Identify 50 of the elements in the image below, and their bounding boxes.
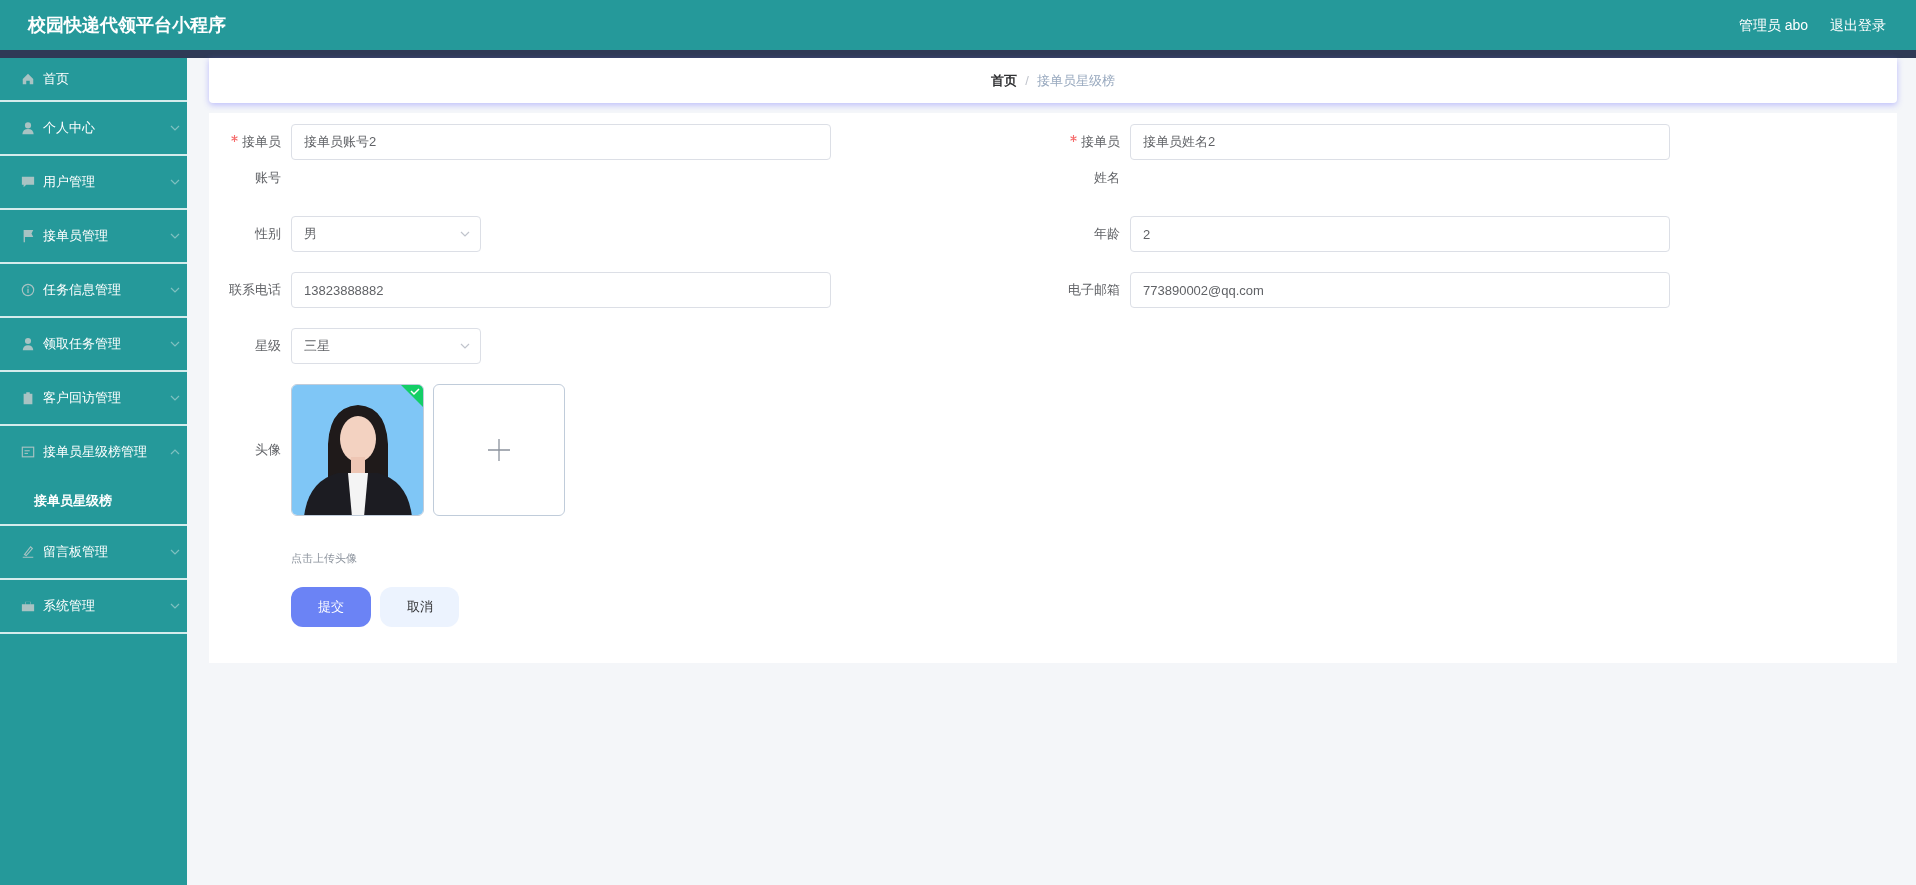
pen-icon bbox=[21, 545, 35, 559]
sidebar-item[interactable]: 任务信息管理 bbox=[0, 264, 187, 316]
breadcrumb-separator: / bbox=[1025, 71, 1029, 90]
select-field[interactable]: 男 bbox=[291, 216, 481, 252]
field-label: 年龄 bbox=[1094, 226, 1120, 241]
sidebar-item[interactable]: 首页 bbox=[0, 58, 187, 100]
app-title: 校园快递代领平台小程序 bbox=[28, 13, 226, 37]
field-label: 接单员姓名 bbox=[1081, 134, 1120, 185]
submenu-item[interactable]: 接单员星级榜 bbox=[0, 478, 187, 524]
logout-link[interactable]: 退出登录 bbox=[1830, 14, 1886, 36]
person-icon bbox=[21, 121, 35, 135]
text-field[interactable]: 接单员姓名2 bbox=[1130, 124, 1670, 160]
breadcrumb-item: 接单员星级榜 bbox=[1036, 71, 1115, 90]
chat-icon bbox=[21, 175, 35, 189]
text-field[interactable]: 2 bbox=[1130, 216, 1670, 252]
flag-icon bbox=[21, 229, 35, 243]
field-label: 联系电话 bbox=[229, 282, 281, 297]
sidebar-item[interactable]: 个人中心 bbox=[0, 102, 187, 154]
sidebar-item[interactable]: 系统管理 bbox=[0, 580, 187, 632]
sidebar-item[interactable]: 领取任务管理 bbox=[0, 318, 187, 370]
card-icon bbox=[21, 445, 35, 459]
caret-icon bbox=[460, 231, 470, 237]
info-icon bbox=[21, 283, 35, 297]
field-label: 星级 bbox=[255, 338, 281, 353]
field-label: 电子邮箱 bbox=[1068, 282, 1120, 297]
briefcase-icon bbox=[21, 599, 35, 613]
sidebar-item[interactable]: 用户管理 bbox=[0, 156, 187, 208]
clipboard-icon bbox=[21, 391, 35, 405]
select-field[interactable]: 三星 bbox=[291, 328, 481, 364]
plus-icon bbox=[488, 439, 510, 461]
sidebar-item[interactable]: 接单员管理 bbox=[0, 210, 187, 262]
person-icon bbox=[21, 337, 35, 351]
text-field[interactable]: 接单员账号2 bbox=[291, 124, 831, 160]
cancel-button[interactable]: 取消 bbox=[380, 586, 459, 627]
text-field[interactable]: 773890002@qq.com bbox=[1130, 272, 1670, 308]
upload-box[interactable] bbox=[433, 384, 565, 516]
submit-button[interactable]: 提交 bbox=[291, 586, 371, 627]
field-label: 头像 bbox=[255, 442, 281, 457]
success-check-icon bbox=[401, 385, 423, 407]
sidebar-item[interactable]: 客户回访管理 bbox=[0, 372, 187, 424]
field-label: 接单员账号 bbox=[242, 134, 281, 185]
text-field[interactable]: 13823888882 bbox=[291, 272, 831, 308]
breadcrumb-item[interactable]: 首页 bbox=[991, 70, 1018, 91]
sidebar-item[interactable]: 留言板管理 bbox=[0, 526, 187, 578]
upload-hint: 点击上传头像 bbox=[291, 551, 357, 566]
field-label: 性别 bbox=[255, 226, 281, 241]
home-icon bbox=[21, 72, 35, 86]
sidebar-item[interactable]: 接单员星级榜管理 bbox=[0, 426, 187, 478]
caret-icon bbox=[460, 343, 470, 349]
user-label: 管理员 abo bbox=[1738, 15, 1808, 35]
